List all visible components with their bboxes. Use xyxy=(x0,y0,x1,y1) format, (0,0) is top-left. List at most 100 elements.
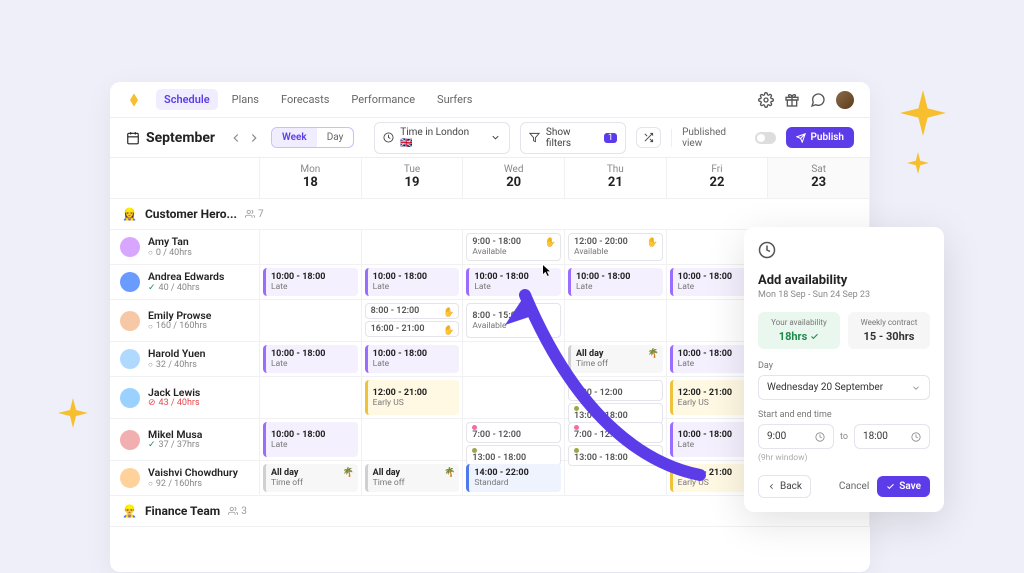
schedule-cell[interactable] xyxy=(463,342,565,377)
filters-button[interactable]: Show filters 1 xyxy=(520,122,626,154)
view-day[interactable]: Day xyxy=(317,128,354,147)
check-icon xyxy=(886,482,895,491)
schedule-cell[interactable]: 8:00 - 15:00Available xyxy=(463,300,565,342)
nav-tab-performance[interactable]: Performance xyxy=(343,89,423,110)
schedule-cell[interactable] xyxy=(565,300,667,342)
filter-icon xyxy=(529,132,540,143)
chevron-down-icon xyxy=(490,132,501,143)
schedule-cell[interactable]: All dayTime off🌴 xyxy=(362,461,464,496)
check-icon xyxy=(810,332,819,341)
card-date-range: Mon 18 Sep - Sun 24 Sep 23 xyxy=(758,290,930,300)
start-time-input[interactable]: 9:00 xyxy=(758,424,834,449)
user-avatar[interactable] xyxy=(836,91,854,109)
schedule-cell[interactable]: 12:00 - 20:00Available✋ xyxy=(565,230,667,265)
shuffle-icon xyxy=(643,132,654,143)
availability-card: Add availability Mon 18 Sep - Sun 24 Sep… xyxy=(744,227,944,512)
chevron-left-icon xyxy=(767,482,776,491)
nav-tab-forecasts[interactable]: Forecasts xyxy=(273,89,337,110)
schedule-cell[interactable]: 14:00 - 22:00Standard xyxy=(463,461,565,496)
schedule-cell[interactable]: All dayTime off🌴 xyxy=(565,342,667,377)
schedule-cell[interactable]: 12:00 - 21:00Early US xyxy=(362,377,464,419)
schedule-cell[interactable] xyxy=(260,300,362,342)
day-header: Sat23 xyxy=(768,158,870,199)
back-button[interactable]: Back xyxy=(758,475,811,498)
people-icon xyxy=(245,209,255,219)
person-row[interactable]: Emily Prowse○ 160 / 160hrs xyxy=(110,300,260,342)
duration-hint: (9hr window) xyxy=(758,453,930,463)
schedule-cell[interactable]: 10:00 - 18:00Late xyxy=(463,265,565,300)
to-label: to xyxy=(840,432,848,442)
day-header: Mon18 xyxy=(260,158,362,199)
toolbar: September Week Day Time in London 🇬🇧 Sho… xyxy=(110,118,870,158)
save-button[interactable]: Save xyxy=(877,476,930,497)
month-picker[interactable]: September xyxy=(126,130,215,146)
schedule-cell[interactable] xyxy=(362,230,464,265)
view-toggle: Week Day xyxy=(271,127,354,148)
schedule-cell[interactable]: 10:00 - 18:00Late xyxy=(565,265,667,300)
schedule-cell[interactable]: 7:00 - 12:0013:00 - 18:00 xyxy=(565,419,667,461)
time-label: Start and end time xyxy=(758,410,930,420)
clock-icon xyxy=(758,241,776,259)
view-week[interactable]: Week xyxy=(272,128,317,147)
nav-tab-schedule[interactable]: Schedule xyxy=(156,89,218,110)
stat-your-availability: Your availability 18hrs xyxy=(758,312,840,349)
person-row[interactable]: Mikel Musa✓ 37 / 37hrs xyxy=(110,419,260,461)
schedule-cell[interactable]: 8:00 - 12:00✋16:00 - 21:00✋ xyxy=(362,300,464,342)
next-week-button[interactable] xyxy=(247,131,261,145)
schedule-cell[interactable]: 10:00 - 18:00Late xyxy=(260,265,362,300)
schedule-cell[interactable]: 10:00 - 18:00Late xyxy=(260,342,362,377)
schedule-cell[interactable]: 10:00 - 18:00Late xyxy=(260,419,362,461)
person-row[interactable]: Vaishvi Chowdhury○ 92 / 160hrs xyxy=(110,461,260,496)
card-title: Add availability xyxy=(758,273,930,288)
schedule-cell[interactable] xyxy=(463,377,565,419)
calendar-icon xyxy=(126,131,140,145)
month-label: September xyxy=(146,130,215,146)
day-label: Day xyxy=(758,361,930,371)
person-row[interactable]: Harold Yuen○ 32 / 40hrs xyxy=(110,342,260,377)
day-select[interactable]: Wednesday 20 September xyxy=(758,375,930,400)
end-time-input[interactable]: 18:00 xyxy=(854,424,930,449)
gift-icon[interactable] xyxy=(784,92,800,108)
group-count: 7 xyxy=(245,209,264,220)
clock-icon xyxy=(911,432,921,442)
sparkle-icon xyxy=(907,152,929,178)
sparkle-icon xyxy=(900,90,946,140)
publish-button[interactable]: Publish xyxy=(786,127,854,148)
day-header: Fri22 xyxy=(667,158,769,199)
send-icon xyxy=(796,133,806,143)
chat-icon[interactable] xyxy=(810,92,826,108)
schedule-cell[interactable]: 10:00 - 18:00Late xyxy=(362,342,464,377)
clock-icon xyxy=(383,132,394,143)
timezone-select[interactable]: Time in London 🇬🇧 xyxy=(374,122,510,154)
schedule-cell[interactable] xyxy=(260,230,362,265)
person-row[interactable]: Andrea Edwards✓ 40 / 40hrs xyxy=(110,265,260,300)
settings-icon[interactable] xyxy=(758,92,774,108)
schedule-cell[interactable] xyxy=(260,377,362,419)
published-toggle[interactable]: Published view xyxy=(682,127,776,149)
toggle-switch xyxy=(755,132,777,144)
group-emoji: 👷‍♀️ xyxy=(122,207,137,221)
group-name: Customer Hero... xyxy=(145,207,237,221)
schedule-cell[interactable] xyxy=(565,461,667,496)
top-nav: Schedule Plans Forecasts Performance Sur… xyxy=(110,82,870,118)
schedule-cell[interactable]: 10:00 - 18:00Late xyxy=(362,265,464,300)
filter-count-badge: 1 xyxy=(604,133,617,143)
nav-tab-surfers[interactable]: Surfers xyxy=(429,89,480,110)
nav-tab-plans[interactable]: Plans xyxy=(224,89,267,110)
group-row-customer-heroes[interactable]: 👷‍♀️ Customer Hero... 7 xyxy=(110,199,870,230)
person-row[interactable]: Amy Tan○ 0 / 40hrs xyxy=(110,230,260,265)
shuffle-button[interactable] xyxy=(636,127,661,148)
schedule-cell[interactable]: 9:00 - 18:00Available✋ xyxy=(463,230,565,265)
day-header: Thu21 xyxy=(565,158,667,199)
cancel-button[interactable]: Cancel xyxy=(839,481,869,492)
schedule-cell[interactable]: 7:00 - 12:0013:00 - 18:00 xyxy=(565,377,667,419)
schedule-cell[interactable]: 7:00 - 12:0013:00 - 18:00 xyxy=(463,419,565,461)
schedule-cell[interactable]: All dayTime off🌴 xyxy=(260,461,362,496)
prev-week-button[interactable] xyxy=(229,131,243,145)
stat-weekly-contract: Weekly contract 15 - 30hrs xyxy=(848,312,930,349)
chevron-down-icon xyxy=(911,383,921,393)
person-row[interactable]: Jack Lewis⊘ 43 / 40hrs xyxy=(110,377,260,419)
schedule-cell[interactable] xyxy=(362,419,464,461)
sparkle-icon xyxy=(58,398,88,432)
day-header: Tue19 xyxy=(362,158,464,199)
